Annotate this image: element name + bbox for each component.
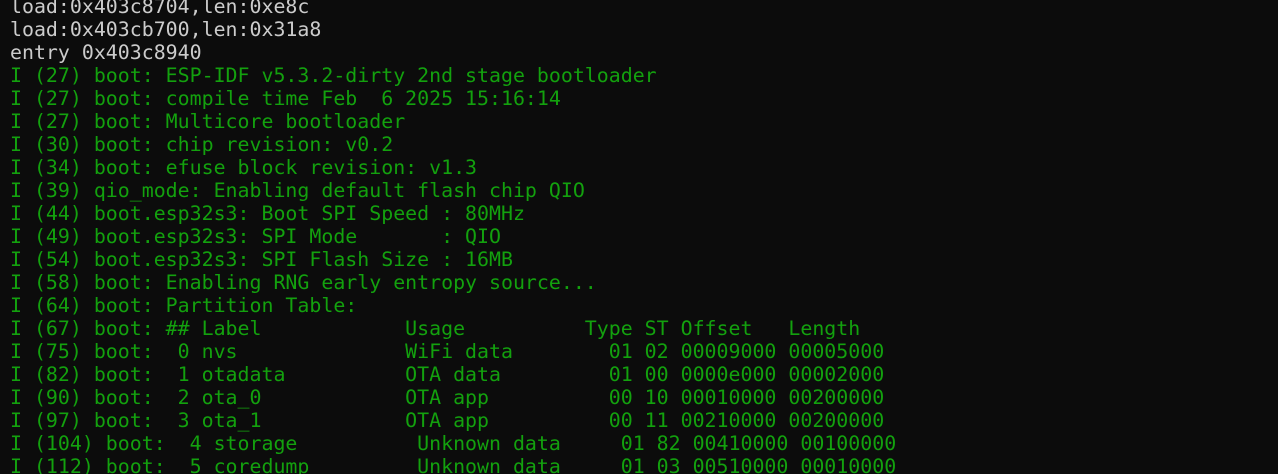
terminal-line: I (27) boot: Multicore bootloader — [10, 110, 406, 133]
terminal-line: I (27) boot: compile time Feb 6 2025 15:… — [10, 87, 561, 110]
terminal-line: entry 0x403c8940 — [10, 41, 202, 64]
terminal-line: I (54) boot.esp32s3: SPI Flash Size : 16… — [10, 248, 513, 271]
terminal-line: I (39) qio_mode: Enabling default flash … — [10, 179, 585, 202]
terminal-line: I (82) boot: 1 otadata OTA data 01 00 00… — [10, 363, 885, 386]
terminal-line: I (64) boot: Partition Table: — [10, 294, 358, 317]
terminal-line: I (58) boot: Enabling RNG early entropy … — [10, 271, 597, 294]
terminal-line: I (34) boot: efuse block revision: v1.3 — [10, 156, 478, 179]
terminal-line: I (104) boot: 4 storage Unknown data 01 … — [10, 432, 897, 455]
terminal-line: I (75) boot: 0 nvs WiFi data 01 02 00009… — [10, 340, 885, 363]
terminal-line: I (27) boot: ESP-IDF v5.3.2-dirty 2nd st… — [10, 64, 657, 87]
terminal-line: I (90) boot: 2 ota_0 OTA app 00 10 00010… — [10, 386, 885, 409]
terminal-line: I (30) boot: chip revision: v0.2 — [10, 133, 394, 156]
terminal-line: I (49) boot.esp32s3: SPI Mode : QIO — [10, 225, 501, 248]
terminal-output: load:0x403c8704,len:0xe8c load:0x403cb700… — [10, 0, 896, 474]
terminal-line: load:0x403cb700,len:0x31a8 — [10, 18, 322, 41]
terminal-line: I (44) boot.esp32s3: Boot SPI Speed : 80… — [10, 202, 525, 225]
terminal-line: load:0x403c8704,len:0xe8c — [10, 0, 310, 18]
terminal-line: I (112) boot: 5 coredump Unknown data 01… — [10, 455, 897, 474]
terminal-window[interactable]: load:0x403c8704,len:0xe8c load:0x403cb700… — [0, 0, 1278, 474]
terminal-line: I (97) boot: 3 ota_1 OTA app 00 11 00210… — [10, 409, 885, 432]
terminal-line: I (67) boot: ## Label Usage Type ST Offs… — [10, 317, 861, 340]
